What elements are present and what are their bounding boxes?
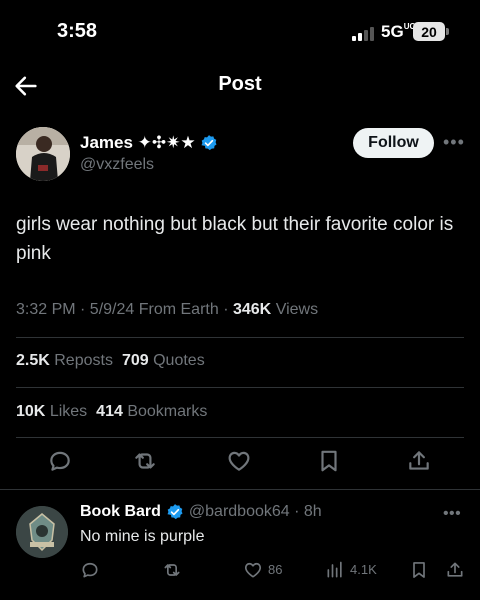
bookmarks-stat[interactable]: 414 Bookmarks	[96, 403, 207, 421]
network-label: 5GUC	[381, 22, 416, 41]
views-icon[interactable]	[325, 560, 345, 580]
divider	[0, 489, 480, 490]
views-label: Views	[275, 301, 319, 318]
reposts-stat[interactable]: 2.5K Reposts	[16, 352, 113, 370]
divider	[16, 437, 464, 438]
tweet-meta: 3:32 PM · 5/9/24 From Earth · 346K Views	[16, 301, 318, 319]
tweet-text: girls wear nothing but black but their f…	[16, 214, 454, 264]
reply-text: No mine is purple	[80, 528, 205, 545]
tweet-timestamp: 3:32 PM · 5/9/24 From Earth ·	[16, 301, 229, 318]
author-name[interactable]: James ✦✣✷★	[80, 133, 218, 153]
status-bar: 3:58 5GUC 20	[0, 0, 480, 64]
reply-action-bar: 86 4.1K	[0, 560, 480, 582]
signal-icon	[352, 27, 376, 41]
likes-bookmarks-stats: 10K Likes 414 Bookmarks	[16, 403, 207, 421]
reply-handle-time[interactable]: @bardbook64 · 8h	[189, 503, 322, 521]
author-handle[interactable]: @vxzfeels	[80, 156, 154, 174]
divider	[16, 337, 464, 338]
reply-icon[interactable]	[80, 560, 100, 580]
reply-avatar[interactable]	[16, 506, 68, 558]
page-title: Post	[218, 73, 262, 95]
reposts-quotes-stats: 2.5K Reposts 709 Quotes	[16, 352, 205, 370]
quotes-stat[interactable]: 709 Quotes	[122, 352, 205, 370]
bookmark-icon[interactable]	[409, 560, 429, 580]
repost-icon[interactable]	[132, 448, 158, 474]
follow-button[interactable]: Follow	[353, 128, 434, 158]
verified-icon	[201, 135, 217, 151]
battery-indicator: 20	[413, 22, 449, 41]
reply-like-count: 86	[268, 562, 283, 577]
more-icon[interactable]: • • •	[443, 132, 464, 153]
views-count: 346K	[232, 301, 272, 318]
like-icon[interactable]	[243, 560, 263, 580]
verified-icon	[167, 504, 183, 520]
like-icon[interactable]	[226, 448, 252, 474]
reply-icon[interactable]	[47, 448, 73, 474]
repost-icon[interactable]	[162, 560, 182, 580]
avatar[interactable]	[16, 127, 70, 181]
reply-more-icon[interactable]: • • •	[443, 505, 461, 523]
share-icon[interactable]	[445, 560, 465, 580]
share-icon[interactable]	[406, 448, 432, 474]
author-name-text: James ✦✣✷★	[80, 133, 196, 152]
reply-header: Book Bard @bardbook64 · 8h	[80, 503, 322, 521]
status-time: 3:58	[57, 20, 98, 42]
divider	[16, 387, 464, 388]
bookmark-icon[interactable]	[316, 448, 342, 474]
likes-stat[interactable]: 10K Likes	[16, 403, 87, 421]
reply-author-name[interactable]: Book Bard	[80, 503, 161, 521]
tweet-action-bar	[0, 448, 480, 484]
reply-view-count: 4.1K	[350, 562, 377, 577]
